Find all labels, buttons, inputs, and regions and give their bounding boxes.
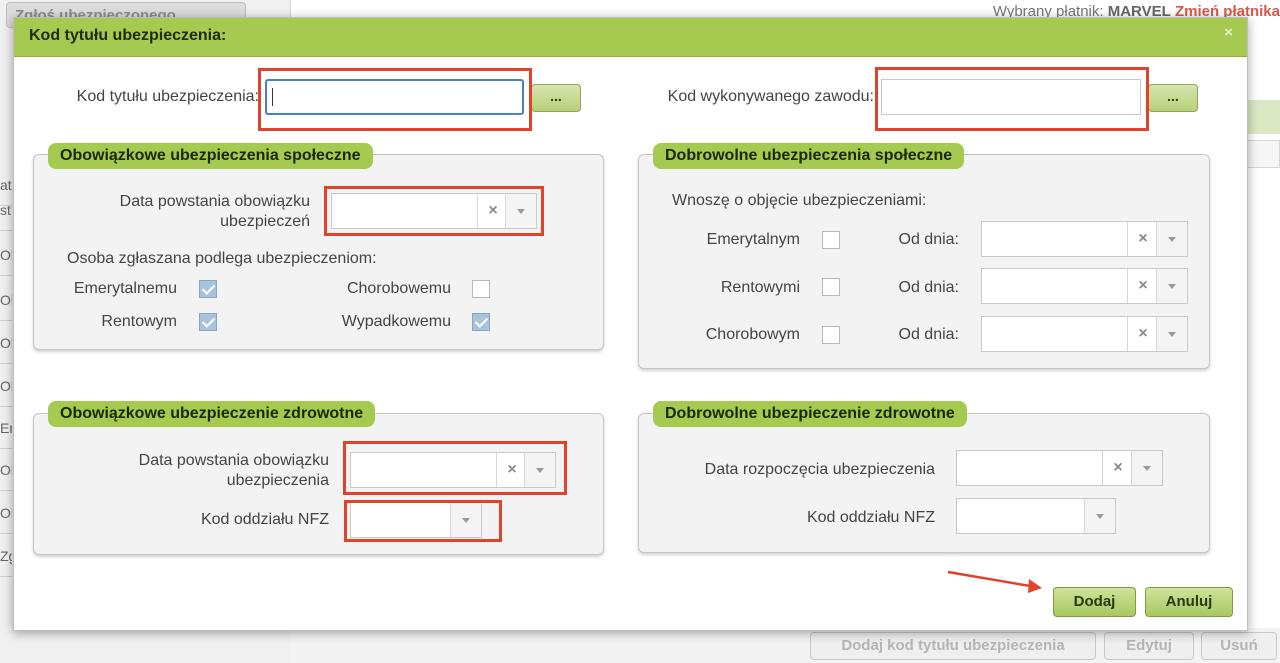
label-line: ubezpieczeń [220,213,310,230]
sidebar-fragment[interactable]: Ol [0,280,12,321]
chevron-down-icon[interactable] [1156,317,1187,351]
accident-checkbox[interactable] [472,313,490,331]
accident-label: Wypadkowemu [341,313,451,330]
sidebar-fragment[interactable]: En [0,408,12,449]
voluntary-health-insurance-legend: Dobrowolne ubezpieczenie zdrowotne [653,401,967,427]
add-button[interactable]: Dodaj [1053,587,1136,617]
voluntary-social-insurance-legend: Dobrowolne ubezpieczenia społeczne [653,143,965,169]
sidebar-fragment[interactable]: Ol [0,493,12,534]
clear-icon[interactable]: × [496,453,527,487]
voluntary-pension-date-picker[interactable]: × [981,221,1188,257]
clear-icon[interactable]: × [1127,317,1158,351]
mandatory-social-date-label: Data powstania obowiązku ubezpieczeń [74,192,310,232]
pension-checkbox[interactable] [199,280,217,298]
voluntary-health-start-date-picker[interactable]: × [956,450,1163,486]
profession-code-lookup-button[interactable]: ... [1148,84,1198,112]
clear-icon[interactable]: × [477,194,508,228]
voluntary-disability-label: Rentowymi [720,279,800,296]
chevron-down-icon[interactable] [1156,269,1187,303]
sidebar-fragment[interactable]: Zg [0,536,12,577]
voluntary-health-start-label: Data rozpoczęcia ubezpieczenia [704,461,935,478]
clear-icon[interactable]: × [1102,451,1133,485]
mandatory-nfz-select[interactable] [350,502,482,538]
background-table-header [1246,140,1280,168]
title-code-input[interactable] [265,79,524,115]
close-icon[interactable]: × [1224,24,1233,41]
mandatory-health-insurance-legend: Obowiązkowe ubezpieczenie zdrowotne [48,401,376,427]
sidebar-fragment[interactable]: Ol [0,235,12,276]
dialog-title: Kod tytułu ubezpieczenia: [29,27,227,44]
chevron-down-icon[interactable] [1131,451,1162,485]
from-date-label: Od dnia: [898,231,959,248]
voluntary-disability-checkbox[interactable] [822,278,840,296]
clear-icon[interactable]: × [1127,269,1158,303]
voluntary-disability-date-picker[interactable]: × [981,268,1188,304]
voluntary-sickness-date-picker[interactable]: × [981,316,1188,352]
voluntary-pension-checkbox[interactable] [822,231,840,249]
add-title-code-button[interactable]: Dodaj kod tytułu ubezpieczenia [810,632,1096,660]
mandatory-health-date-picker[interactable]: × [350,452,556,488]
voluntary-sickness-checkbox[interactable] [822,326,840,344]
chevron-down-icon[interactable] [1084,499,1115,533]
voluntary-request-label: Wnoszę o objęcie ubezpieczeniami: [672,192,927,209]
title-code-lookup-button[interactable]: ... [531,84,581,112]
chevron-down-icon[interactable] [450,503,481,537]
sidebar-fragment: st [0,190,12,231]
profession-code-input[interactable] [881,79,1141,115]
sickness-checkbox[interactable] [472,280,490,298]
sidebar-fragment[interactable]: Ol [0,450,12,491]
insurance-title-code-dialog: Kod tytułu ubezpieczenia: × Kod tytułu u… [13,17,1248,631]
edit-button[interactable]: Edytuj [1104,632,1194,660]
mandatory-social-date-picker[interactable]: × [331,193,537,229]
cancel-button[interactable]: Anuluj [1145,587,1233,617]
chevron-down-icon[interactable] [524,453,555,487]
sidebar-fragment[interactable]: Ol [0,366,12,407]
voluntary-sickness-label: Chorobowym [705,326,800,343]
background-panel-header [1246,100,1280,134]
delete-button[interactable]: Usuń [1201,632,1277,660]
disability-label: Rentowym [101,313,177,330]
mandatory-social-insurance-legend: Obowiązkowe ubezpieczenia społeczne [48,143,373,169]
title-code-label: Kod tytułu ubezpieczenia: [76,88,259,105]
chevron-down-icon[interactable] [1156,222,1187,256]
pension-label: Emerytalnemu [73,280,177,297]
text-caret [272,88,273,106]
sidebar-fragment[interactable]: Ol [0,323,12,364]
label-line: Data powstania obowiązku [138,452,329,469]
voluntary-nfz-select[interactable] [956,498,1116,534]
from-date-label: Od dnia: [898,279,959,296]
clear-icon[interactable]: × [1127,222,1158,256]
label-line: Data powstania obowiązku [119,193,310,210]
sickness-label: Chorobowemu [346,280,451,297]
mandatory-nfz-label: Kod oddziału NFZ [200,511,329,528]
voluntary-pension-label: Emerytalnym [706,231,800,248]
disability-checkbox[interactable] [199,313,217,331]
chevron-down-icon[interactable] [505,194,536,228]
subject-to-insurance-label: Osoba zgłaszana podlega ubezpieczeniom: [67,250,377,267]
label-line: ubezpieczenia [226,472,329,489]
profession-code-label: Kod wykonywanego zawodu: [667,88,874,105]
voluntary-nfz-label: Kod oddziału NFZ [806,509,935,526]
red-arrow-annotation [947,570,1042,593]
from-date-label: Od dnia: [898,326,959,343]
dialog-header: Kod tytułu ubezpieczenia: × [14,18,1247,57]
mandatory-health-date-label: Data powstania obowiązku ubezpieczenia [94,451,329,491]
